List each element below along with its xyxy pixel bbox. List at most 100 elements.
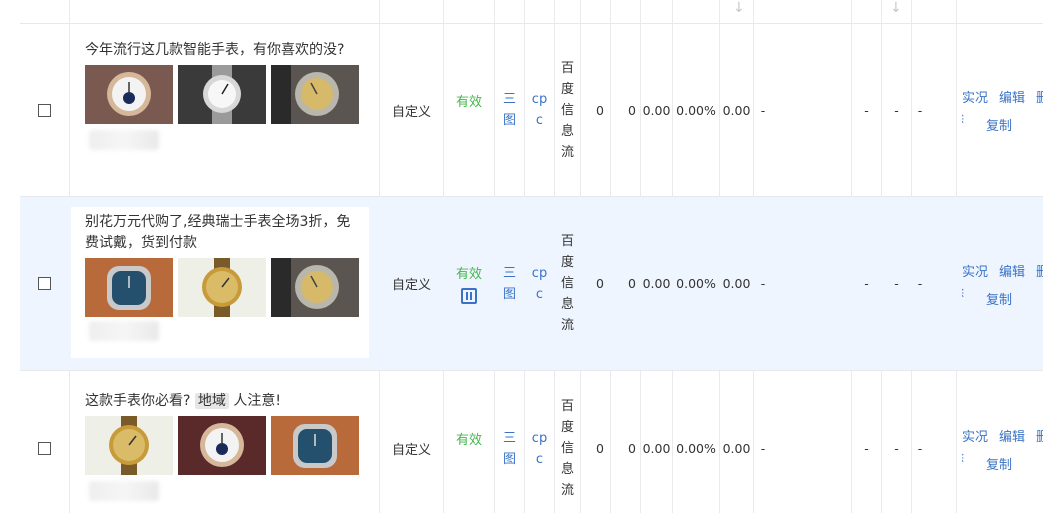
metric-value: 0: [628, 102, 636, 118]
creative-card[interactable]: 这款手表你必看? 地域 人注意!: [71, 391, 369, 501]
watch-thumbnail: [271, 258, 359, 317]
style-cell: 三图: [495, 197, 524, 370]
title-text: 这款手表你必看?: [85, 393, 191, 409]
metric-value: 0: [596, 102, 604, 118]
metric-value: 0.00: [642, 441, 671, 456]
delete-link[interactable]: 删除: [1036, 88, 1043, 109]
metric-value: -: [917, 276, 923, 291]
type-cell: 自定义: [391, 278, 431, 293]
metric-value: -: [760, 102, 766, 118]
status-text: 有效: [455, 95, 482, 110]
sort-arrow-icon[interactable]: ↓: [733, 0, 745, 16]
status-text: 有效: [455, 433, 482, 448]
title-text: 人注意!: [233, 393, 281, 409]
metric-value: -: [864, 102, 869, 118]
blurred-info: [89, 321, 159, 341]
live-link[interactable]: 实况: [962, 265, 988, 280]
bid-type-cell: cpc: [525, 197, 554, 370]
edit-link[interactable]: 编辑: [999, 430, 1025, 445]
copy-link[interactable]: 复制: [986, 458, 1012, 473]
channel-cell: 百度信息流: [555, 371, 580, 526]
table-row: 别花万元代购了,经典瑞士手表全场3折，免费试戴，货到付款 自定义 有效 三图 c…: [20, 197, 1043, 370]
metric-value: 0.00: [642, 276, 671, 291]
checkbox-cell: [20, 24, 69, 196]
metric-value: 0.00%: [676, 441, 716, 456]
bid-type-cell: cpc: [525, 24, 554, 196]
watch-thumbnail: [271, 65, 359, 124]
watch-thumbnail: [85, 416, 173, 475]
live-link[interactable]: 实况: [962, 91, 988, 106]
delete-link-cont[interactable]: 删除: [962, 283, 975, 304]
creative-title: 今年流行这几款智能手表，有你喜欢的没?: [85, 42, 345, 58]
metric-value: -: [894, 441, 899, 456]
watch-thumbnail: [178, 416, 266, 475]
type-cell: 自定义: [391, 104, 431, 120]
sort-arrow-icon[interactable]: ↓: [890, 0, 902, 16]
delete-link-cont[interactable]: 删除: [962, 448, 975, 469]
metric-value: -: [917, 102, 923, 118]
row-checkbox[interactable]: [38, 103, 51, 117]
thumbnail-strip: [85, 258, 369, 317]
style-cell: 三图: [495, 24, 524, 196]
metric-value: -: [760, 276, 766, 291]
table-row: 这款手表你必看? 地域 人注意! 自定义 有效 三图 cpc 百度信息流 0 0…: [20, 371, 1043, 513]
metric-value: -: [760, 441, 766, 456]
channel-text: 百度信息流: [561, 60, 575, 160]
region-tag: 地域: [194, 393, 229, 409]
row-checkbox[interactable]: [38, 277, 51, 290]
channel-cell: 百度信息流: [555, 24, 580, 196]
edit-link[interactable]: 编辑: [999, 91, 1025, 106]
metric-value: -: [894, 276, 899, 291]
bid-type-link[interactable]: cpc: [532, 428, 548, 470]
delete-link[interactable]: 删除: [1036, 427, 1043, 448]
metric-value: 0.00%: [676, 102, 716, 118]
creative-card[interactable]: 别花万元代购了,经典瑞士手表全场3折，免费试戴，货到付款: [71, 207, 369, 358]
style-link[interactable]: 三图: [503, 263, 516, 305]
creative-card[interactable]: 今年流行这几款智能手表，有你喜欢的没?: [71, 40, 369, 150]
edit-link[interactable]: 编辑: [999, 265, 1025, 280]
watch-thumbnail: [85, 258, 173, 317]
table-row: 今年流行这几款智能手表，有你喜欢的没? 自定义 有效 三图 cpc 百度信息流 …: [20, 24, 1043, 196]
metric-value: -: [917, 441, 923, 456]
metric-value: -: [864, 441, 869, 456]
watch-thumbnail: [178, 65, 266, 124]
copy-link[interactable]: 复制: [986, 293, 1012, 308]
live-link[interactable]: 实况: [962, 430, 988, 445]
pause-icon[interactable]: [461, 288, 477, 304]
metric-value: 0: [596, 276, 604, 291]
metric-value: 0.00: [722, 441, 751, 456]
bid-type-cell: cpc: [525, 371, 554, 526]
row-checkbox[interactable]: [38, 442, 51, 455]
style-link[interactable]: 三图: [503, 89, 516, 131]
metric-value: 0.00%: [676, 276, 716, 291]
channel-cell: 百度信息流: [555, 197, 580, 370]
delete-link-cont[interactable]: 删除: [962, 109, 975, 130]
delete-link[interactable]: 删除: [1036, 262, 1043, 283]
checkbox-cell: [20, 197, 69, 370]
creative-title: 别花万元代购了,经典瑞士手表全场3折，免费试戴，货到付款: [85, 214, 351, 251]
row-actions: 实况编辑删除 删除复制: [962, 262, 1043, 311]
checkbox-cell: [20, 371, 69, 526]
metric-value: 0.00: [722, 102, 751, 118]
blurred-info: [89, 481, 159, 501]
watch-thumbnail: [271, 416, 359, 475]
channel-text: 百度信息流: [561, 234, 575, 333]
status-text: 有效: [455, 267, 482, 282]
type-cell: 自定义: [391, 443, 431, 458]
bid-type-link[interactable]: cpc: [532, 89, 548, 131]
metric-value: -: [864, 276, 869, 291]
watch-thumbnail: [178, 258, 266, 317]
row-actions: 实况编辑删除 删除复制: [962, 88, 1043, 137]
creative-title: 这款手表你必看? 地域 人注意!: [85, 391, 359, 412]
metric-value: 0.00: [722, 276, 751, 291]
bid-type-link[interactable]: cpc: [532, 263, 548, 305]
thumbnail-strip: [85, 65, 369, 124]
channel-text: 百度信息流: [561, 399, 575, 498]
status-cell: 有效: [444, 197, 494, 370]
metric-value: 0.00: [642, 102, 671, 118]
metric-value: -: [894, 102, 899, 118]
style-link[interactable]: 三图: [503, 428, 516, 470]
copy-link[interactable]: 复制: [986, 119, 1012, 134]
metric-value: 0: [628, 441, 636, 456]
metric-value: 0: [596, 441, 604, 456]
